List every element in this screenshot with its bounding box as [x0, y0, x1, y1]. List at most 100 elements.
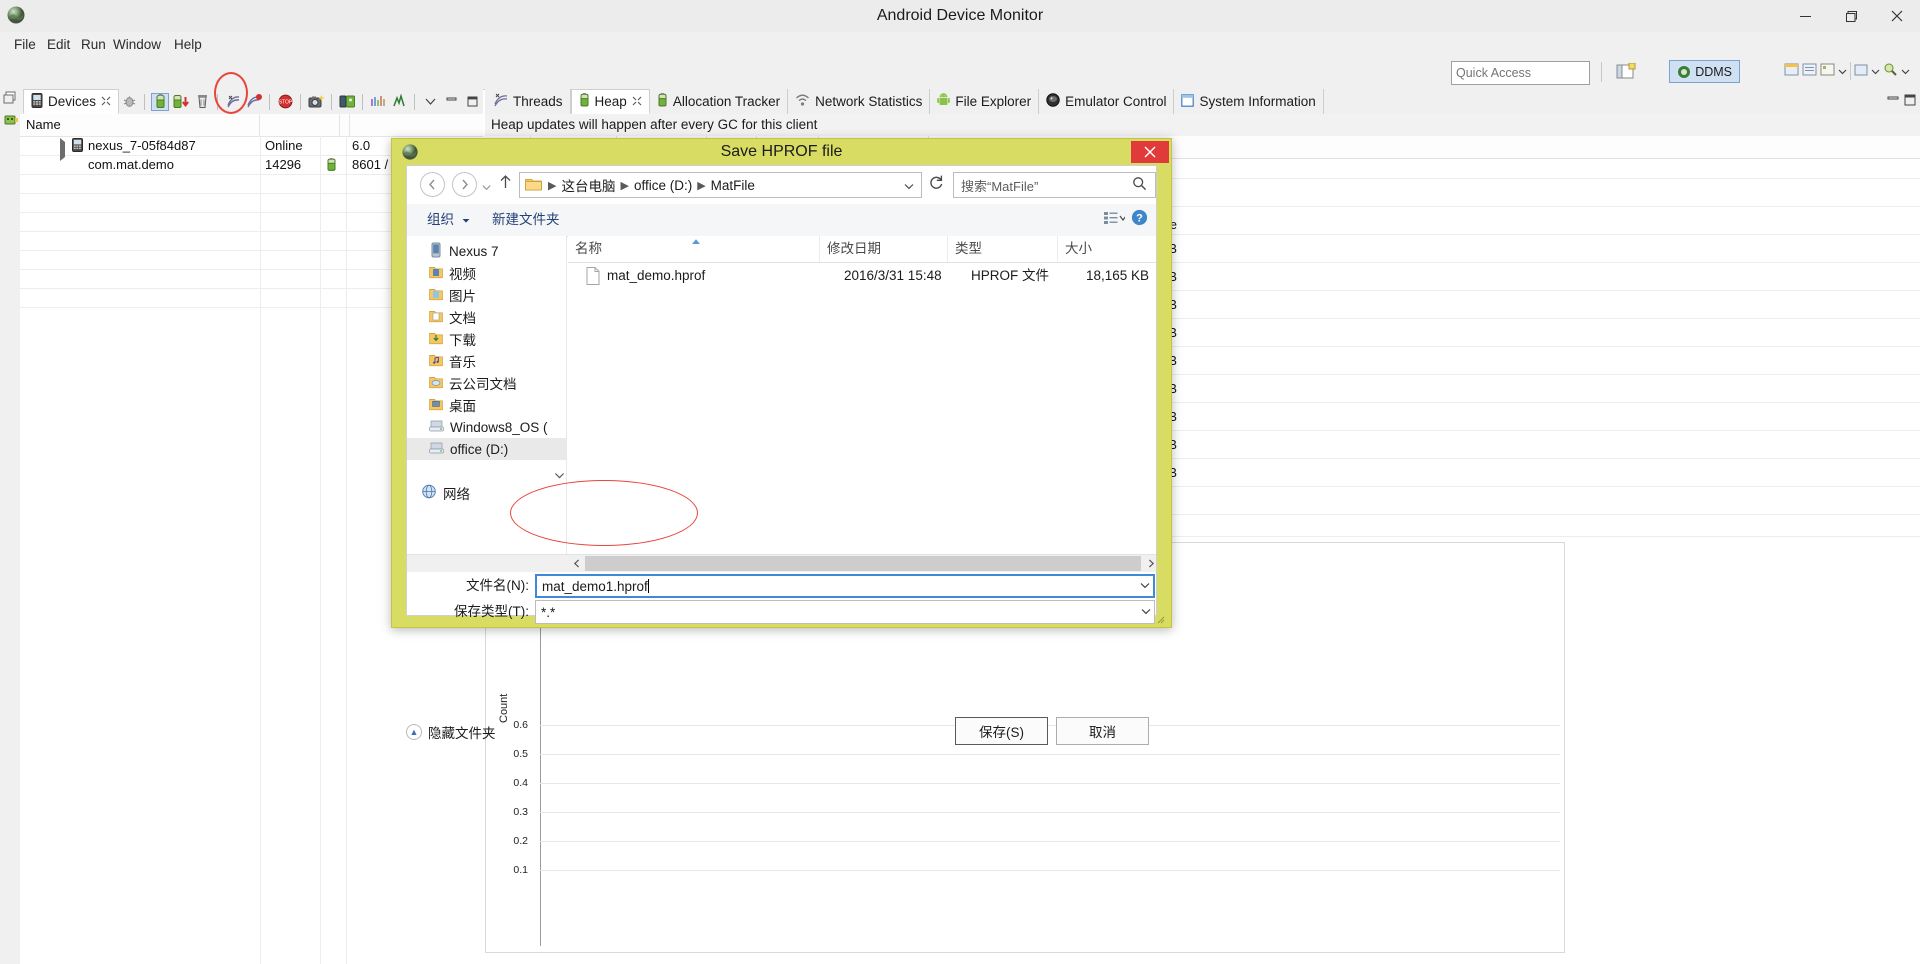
view-menu-icon[interactable]: [421, 93, 439, 111]
file-col-size[interactable]: 大小: [1058, 236, 1156, 262]
menu-help[interactable]: Help: [165, 32, 211, 58]
maximize-view-icon[interactable]: [463, 93, 481, 111]
dump-hprof-icon[interactable]: [172, 93, 190, 111]
minimize-view-icon[interactable]: [442, 93, 460, 111]
dialog-close-button[interactable]: [1131, 141, 1169, 163]
sidebar-item-nexus-7[interactable]: Nexus 7: [407, 240, 566, 262]
sidebar-item-cloud-docs[interactable]: 云公司文档: [407, 372, 566, 394]
file-col-modified[interactable]: 修改日期: [820, 236, 948, 262]
up-arrow-icon[interactable]: [499, 174, 512, 193]
hscroll-thumb[interactable]: [585, 556, 1141, 571]
tab-threads[interactable]: Threads: [487, 89, 571, 114]
sidebar-item-documents[interactable]: 文档: [407, 306, 566, 328]
filename-input[interactable]: mat_demo1.hprof: [535, 574, 1155, 598]
process-pid: 14296: [265, 157, 302, 172]
sidebar-item-label: office (D:): [450, 441, 509, 457]
dump-view-hierarchy-icon[interactable]: [338, 93, 356, 111]
new-folder-button[interactable]: 新建文件夹: [484, 204, 568, 236]
perspective-ddms-button[interactable]: DDMS: [1669, 60, 1740, 83]
column-blank[interactable]: [340, 114, 350, 136]
search-input[interactable]: [1452, 62, 1589, 84]
column-name[interactable]: Name: [20, 114, 260, 136]
tab-system-information[interactable]: System Information: [1174, 89, 1324, 114]
maximize-view-icon[interactable]: [1904, 94, 1916, 109]
address-bar[interactable]: ▶ 这台电脑 ▶ office (D:) ▶ MatFile: [519, 172, 922, 198]
file-perspective-icon[interactable]: [1802, 62, 1817, 80]
screen-capture-icon[interactable]: [307, 93, 325, 111]
coolbar-chevron-3-icon[interactable]: [1901, 64, 1910, 79]
list-item[interactable]: mat_demo.hprof 2016/3/31 15:48 HPROF 文件 …: [568, 263, 1156, 289]
minimize-button[interactable]: [1782, 0, 1828, 32]
save-button[interactable]: 保存(S): [955, 717, 1048, 745]
filetype-select[interactable]: *.*: [535, 600, 1155, 624]
devices-rail-icon[interactable]: [3, 113, 19, 130]
reset-adb-icon[interactable]: [390, 93, 408, 111]
sidebar-item-desktop[interactable]: 桌面: [407, 394, 566, 416]
view-mode-icon[interactable]: [1103, 210, 1127, 229]
tab-network-statistics[interactable]: Network Statistics: [788, 89, 931, 114]
sidebar-item-pictures[interactable]: 图片: [407, 284, 566, 306]
resize-grip-icon[interactable]: [1155, 612, 1165, 624]
forward-arrow-icon[interactable]: [452, 172, 477, 197]
menu-window[interactable]: Window: [104, 32, 170, 58]
tab-devices[interactable]: Devices: [23, 89, 120, 114]
debug-icon[interactable]: [120, 93, 138, 111]
organize-button[interactable]: 组织: [419, 204, 478, 236]
layout-icon[interactable]: [1854, 63, 1868, 80]
breadcrumb-2[interactable]: MatFile: [708, 178, 758, 193]
cancel-button[interactable]: 取消: [1056, 717, 1149, 745]
cause-gc-icon[interactable]: [193, 93, 211, 111]
tab-heap[interactable]: Heap: [570, 89, 650, 114]
tab-close-icon[interactable]: [101, 94, 111, 109]
file-col-type[interactable]: 类型: [948, 236, 1058, 262]
sidebar-item-windows8-os[interactable]: Windows8_OS (: [407, 416, 566, 438]
close-button[interactable]: [1874, 0, 1920, 32]
help-icon[interactable]: ?: [1131, 209, 1148, 229]
sidebar-item-office-d[interactable]: office (D:): [407, 438, 566, 460]
sidebar-item-videos[interactable]: 视频: [407, 262, 566, 284]
heap-update-icon[interactable]: [151, 92, 169, 111]
scroll-right-arrow-icon[interactable]: [1142, 555, 1159, 572]
scroll-down-arrow-icon[interactable]: [554, 468, 565, 483]
column-version[interactable]: [350, 114, 483, 136]
coolbar-chevron-1-icon[interactable]: [1838, 64, 1847, 79]
search-icon[interactable]: [1132, 176, 1155, 194]
systrace-icon[interactable]: [369, 93, 387, 111]
scroll-left-arrow-icon[interactable]: [568, 555, 585, 572]
breadcrumb-1[interactable]: office (D:): [631, 178, 695, 193]
sidebar-item-music[interactable]: 音乐: [407, 350, 566, 372]
tree-perspective-icon[interactable]: [1820, 62, 1835, 80]
tab-emulator-control[interactable]: Emulator Control: [1039, 89, 1175, 114]
search-perspective-icon[interactable]: [1883, 62, 1898, 80]
restore-view-icon[interactable]: [3, 91, 17, 108]
chevron-down-icon[interactable]: [904, 178, 921, 193]
chart-ytick-2: 0.4: [513, 777, 528, 789]
sidebar-item-network[interactable]: 网络: [407, 482, 566, 504]
debug-perspective-icon[interactable]: [1784, 62, 1799, 80]
open-perspective-icon[interactable]: [1616, 62, 1636, 81]
recent-dropdown-icon[interactable]: [482, 179, 491, 194]
sidebar-item-downloads[interactable]: 下载: [407, 328, 566, 350]
file-list-hscrollbar[interactable]: [407, 554, 1156, 572]
tab-allocation-tracker[interactable]: Allocation Tracker: [650, 89, 789, 114]
coolbar-chevron-2-icon[interactable]: [1871, 64, 1880, 79]
sidebar-scrollbar[interactable]: [553, 236, 566, 554]
tab-close-icon[interactable]: [632, 94, 642, 109]
hide-folders-toggle[interactable]: ▲ 隐藏文件夹: [406, 722, 496, 742]
breadcrumb-0[interactable]: 这台电脑: [558, 175, 618, 195]
update-threads-icon[interactable]: [224, 93, 242, 111]
chevron-down-icon[interactable]: [1137, 606, 1154, 618]
stop-process-icon[interactable]: STOP: [276, 93, 294, 111]
tab-file-explorer[interactable]: File Explorer: [930, 89, 1040, 114]
start-method-profiling-icon[interactable]: [245, 93, 263, 111]
column-status[interactable]: [260, 114, 340, 136]
refresh-icon[interactable]: [928, 174, 944, 194]
search-box[interactable]: 搜索“MatFile”: [953, 172, 1156, 198]
quick-access-box[interactable]: [1451, 61, 1590, 85]
maximize-button[interactable]: [1828, 0, 1874, 32]
minimize-view-icon[interactable]: [1887, 94, 1899, 109]
back-arrow-icon[interactable]: [420, 172, 445, 197]
sidebar-item-label: 云公司文档: [449, 377, 517, 392]
chevron-down-icon[interactable]: [1136, 580, 1153, 592]
sidebar-item-label: 视频: [449, 267, 476, 282]
